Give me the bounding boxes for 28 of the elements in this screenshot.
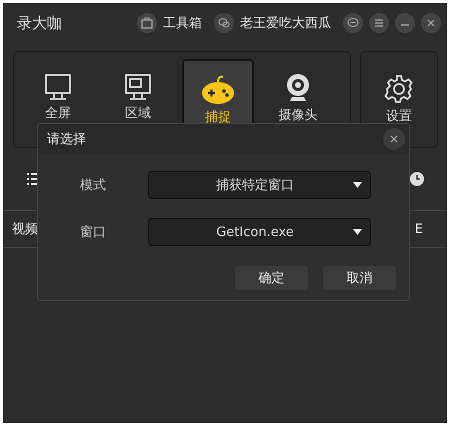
caret-icon	[353, 182, 362, 188]
close-icon[interactable]	[421, 13, 441, 33]
app-title: 录大咖	[17, 14, 63, 32]
column-header: E	[414, 222, 423, 236]
close-icon[interactable]	[383, 128, 405, 150]
dialog-title: 请选择	[47, 131, 86, 148]
toolbox-icon[interactable]	[137, 13, 157, 33]
caret-icon	[353, 229, 362, 235]
menu-icon[interactable]	[369, 13, 389, 33]
dropdown-field[interactable]: 捕获特定窗口	[148, 171, 371, 199]
user-name[interactable]: 老王爱吃大西瓜	[240, 14, 331, 32]
dropdown-field[interactable]: GetIcon.exe	[148, 218, 371, 246]
toolbox-link[interactable]: 工具箱	[163, 14, 202, 32]
monitor-icon	[124, 73, 152, 101]
gamepad-icon	[201, 75, 235, 105]
webcam-icon	[284, 73, 312, 103]
monitor-icon	[44, 73, 72, 101]
minimize-icon[interactable]	[395, 13, 415, 33]
dialog-button[interactable]: 取消	[323, 266, 396, 290]
dialog-button[interactable]: 确定	[235, 266, 308, 290]
settings-icon	[384, 74, 414, 104]
mode-tab[interactable]: 区域	[102, 59, 174, 147]
clock-icon[interactable]	[409, 171, 425, 187]
chat-icon[interactable]	[343, 13, 363, 33]
column-header: 视频	[12, 221, 38, 238]
field-label: 模式	[79, 177, 107, 194]
wechat-icon[interactable]	[214, 13, 234, 33]
field-label: 窗口	[79, 224, 107, 241]
